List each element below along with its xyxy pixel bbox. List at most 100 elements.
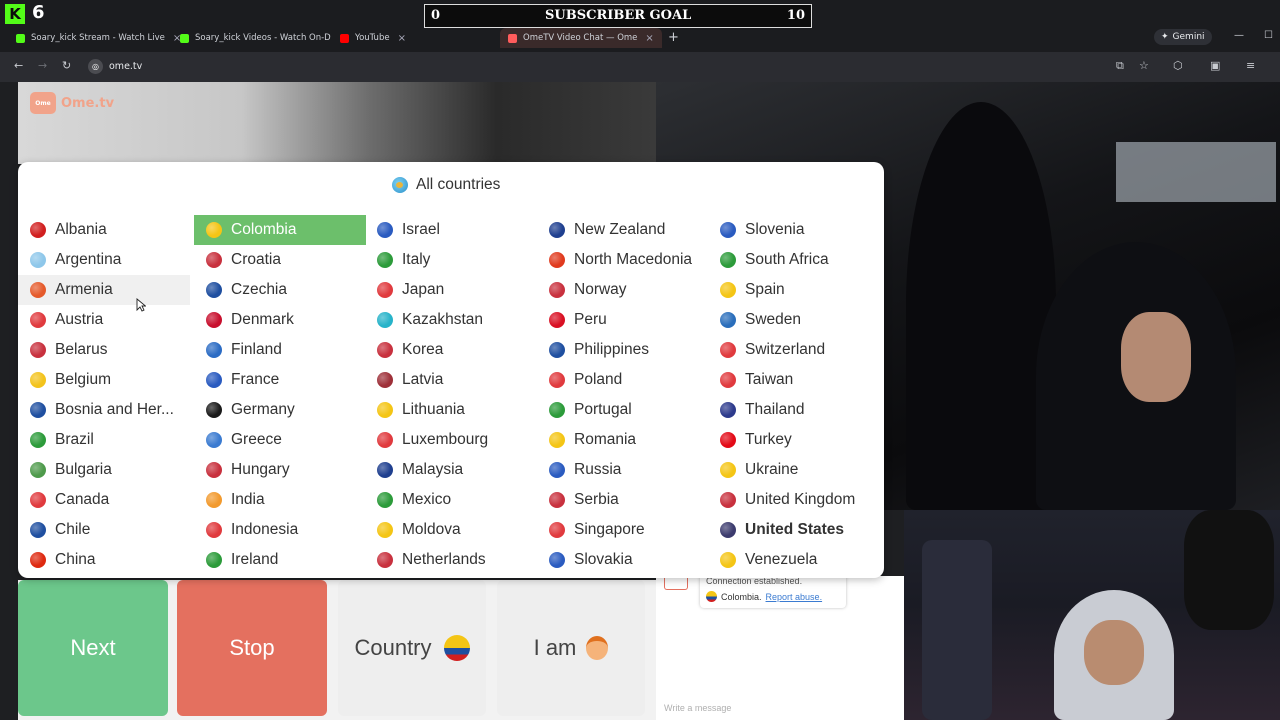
country-flag-icon xyxy=(549,522,565,538)
country-option[interactable]: Spain xyxy=(708,275,880,305)
country-option[interactable]: Russia xyxy=(537,455,709,485)
country-option[interactable]: Indonesia xyxy=(194,515,366,545)
minimize-icon[interactable]: — xyxy=(1234,30,1244,41)
country-option[interactable]: Slovenia xyxy=(708,215,880,245)
country-flag-icon xyxy=(549,312,565,328)
country-option[interactable]: Argentina xyxy=(18,245,190,275)
country-name: Albania xyxy=(55,221,107,238)
extensions-icon[interactable]: ⬡ xyxy=(1173,59,1183,72)
country-option[interactable]: Poland xyxy=(537,365,709,395)
country-option[interactable]: Singapore xyxy=(537,515,709,545)
country-option[interactable]: Switzerland xyxy=(708,335,880,365)
country-option[interactable]: Bosnia and Her... xyxy=(18,395,190,425)
country-option[interactable]: Canada xyxy=(18,485,190,515)
country-option[interactable]: Taiwan xyxy=(708,365,880,395)
menu-icon[interactable]: ≡ xyxy=(1246,59,1255,72)
country-option[interactable]: North Macedonia xyxy=(537,245,709,275)
country-option[interactable]: South Africa xyxy=(708,245,880,275)
country-name: Netherlands xyxy=(402,551,486,568)
close-tab-icon[interactable]: × xyxy=(645,33,653,44)
country-option[interactable]: Armenia xyxy=(18,275,190,305)
country-option[interactable]: Ireland xyxy=(194,545,366,575)
country-option[interactable]: Bulgaria xyxy=(18,455,190,485)
country-option[interactable]: Philippines xyxy=(537,335,709,365)
close-tab-icon[interactable]: × xyxy=(398,33,406,44)
globe-icon xyxy=(392,177,408,193)
country-option[interactable]: Latvia xyxy=(365,365,537,395)
country-option[interactable]: Turkey xyxy=(708,425,880,455)
stop-button[interactable]: Stop xyxy=(177,580,327,716)
chat-input[interactable]: Write a message xyxy=(664,703,731,713)
country-option[interactable]: China xyxy=(18,545,190,575)
country-option[interactable]: Mexico xyxy=(365,485,537,515)
reload-icon[interactable]: ↻ xyxy=(62,59,71,72)
country-option[interactable]: Slovakia xyxy=(537,545,709,575)
country-option[interactable]: Thailand xyxy=(708,395,880,425)
country-option[interactable]: Moldova xyxy=(365,515,537,545)
report-abuse-link[interactable]: Report abuse. xyxy=(766,592,823,602)
url-field[interactable]: ◎ ome.tv xyxy=(88,57,208,76)
country-option[interactable]: Korea xyxy=(365,335,537,365)
country-option[interactable]: Denmark xyxy=(194,305,366,335)
country-flag-icon xyxy=(377,372,393,388)
country-option[interactable]: Norway xyxy=(537,275,709,305)
country-option[interactable]: New Zealand xyxy=(537,215,709,245)
country-option[interactable]: Netherlands xyxy=(365,545,537,575)
country-option[interactable]: France xyxy=(194,365,366,395)
country-option[interactable]: India xyxy=(194,485,366,515)
goal-target: 10 xyxy=(786,8,805,23)
forward-arrow-icon[interactable]: → xyxy=(38,59,47,72)
country-option[interactable]: Sweden xyxy=(708,305,880,335)
gender-button[interactable]: I am xyxy=(497,580,645,716)
country-option[interactable]: Hungary xyxy=(194,455,366,485)
country-option[interactable]: Japan xyxy=(365,275,537,305)
country-option[interactable]: Belgium xyxy=(18,365,190,395)
country-option[interactable]: Kazakhstan xyxy=(365,305,537,335)
country-option[interactable]: Czechia xyxy=(194,275,366,305)
country-name: Indonesia xyxy=(231,521,299,538)
browser-tab[interactable]: Soary_kick Stream - Watch Live × xyxy=(16,28,181,48)
browser-tab[interactable]: OmeTV Video Chat — Ome × xyxy=(500,28,662,48)
country-option[interactable]: Israel xyxy=(365,215,537,245)
all-countries-header[interactable]: All countries xyxy=(392,175,500,195)
country-option[interactable]: Albania xyxy=(18,215,190,245)
country-option[interactable]: Chile xyxy=(18,515,190,545)
mouse-cursor-icon xyxy=(136,298,146,312)
bookmark-star-icon[interactable]: ☆ xyxy=(1139,59,1149,72)
country-option[interactable]: Malaysia xyxy=(365,455,537,485)
maximize-icon[interactable]: ☐ xyxy=(1264,30,1273,41)
country-option[interactable]: Austria xyxy=(18,305,190,335)
new-tab-icon[interactable]: + xyxy=(668,30,679,45)
next-button[interactable]: Next xyxy=(18,580,168,716)
country-option[interactable]: Romania xyxy=(537,425,709,455)
country-flag-icon xyxy=(720,222,736,238)
country-option[interactable]: United States xyxy=(708,515,880,545)
country-option[interactable]: Ukraine xyxy=(708,455,880,485)
country-option[interactable]: Brazil xyxy=(18,425,190,455)
sidepanel-icon[interactable]: ▣ xyxy=(1210,59,1220,72)
country-flag-icon xyxy=(549,432,565,448)
country-flag-icon xyxy=(30,372,46,388)
country-option[interactable]: Luxembourg xyxy=(365,425,537,455)
install-icon[interactable]: ⧉ xyxy=(1116,59,1124,73)
country-option[interactable]: Belarus xyxy=(18,335,190,365)
browser-tab[interactable]: Soary_kick Videos - Watch On-D× xyxy=(180,28,347,48)
country-option[interactable]: United Kingdom xyxy=(708,485,880,515)
country-option[interactable]: Croatia xyxy=(194,245,366,275)
gemini-button[interactable]: ✦ Gemini xyxy=(1154,29,1212,45)
country-option[interactable]: Greece xyxy=(194,425,366,455)
country-button[interactable]: Country xyxy=(338,580,486,716)
country-option[interactable]: Serbia xyxy=(537,485,709,515)
country-option[interactable]: Venezuela xyxy=(708,545,880,575)
country-option[interactable]: Lithuania xyxy=(365,395,537,425)
country-option[interactable]: Portugal xyxy=(537,395,709,425)
back-arrow-icon[interactable]: ← xyxy=(14,59,23,72)
country-option[interactable]: Colombia xyxy=(194,215,366,245)
site-info-icon[interactable]: ◎ xyxy=(88,59,103,74)
country-option[interactable]: Peru xyxy=(537,305,709,335)
country-option[interactable]: Italy xyxy=(365,245,537,275)
country-flag-icon xyxy=(720,282,736,298)
country-option[interactable]: Germany xyxy=(194,395,366,425)
browser-tab[interactable]: YouTube × xyxy=(340,28,406,48)
country-option[interactable]: Finland xyxy=(194,335,366,365)
